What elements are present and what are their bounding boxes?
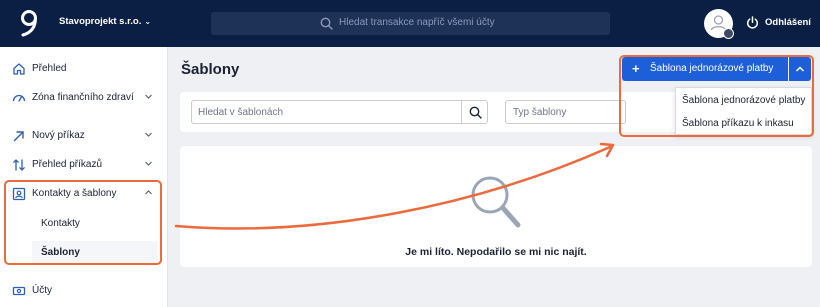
magnifier-icon [471, 176, 521, 228]
search-icon [469, 106, 482, 119]
search-icon [320, 17, 333, 30]
page-title: Šablony [181, 61, 240, 78]
template-search-button[interactable] [461, 100, 488, 124]
sidebar-item-label: Účty [32, 285, 52, 296]
highlight-box-sidebar [4, 180, 162, 265]
chevron-down-icon [145, 132, 152, 137]
template-search-input[interactable] [191, 100, 462, 124]
sidebar-item-ucty[interactable]: Účty [0, 281, 168, 301]
gauge-icon [12, 94, 26, 102]
sidebar-item-label: Nový příkaz [32, 130, 85, 141]
sidebar-item-prehled[interactable]: Přehled [0, 59, 168, 79]
sidebar-item-label: Přehled [32, 63, 67, 74]
sidebar-item-novy-prikaz[interactable]: Nový příkaz [0, 126, 168, 146]
template-type-placeholder: Typ šablony [513, 107, 567, 118]
sidebar: Přehled Zóna finančního zdraví Nový přík… [0, 47, 168, 307]
arrow-up-right-icon [13, 131, 24, 142]
home-icon [13, 63, 25, 75]
sidebar-item-prehled-prikazu[interactable]: Přehled příkazů [0, 155, 168, 175]
sidebar-item-label: Přehled příkazů [32, 159, 103, 170]
logo-icon[interactable] [18, 8, 40, 38]
empty-state-message: Je mi líto. Nepodařilo se mi nic najít. [405, 246, 587, 258]
company-name: Stavoprojekt s.r.o. [59, 16, 142, 27]
company-switcher[interactable]: Stavoprojekt s.r.o. ⌄ [59, 16, 151, 27]
template-type-select[interactable]: Typ šablony [505, 100, 626, 124]
sidebar-item-label: Zóna finančního zdraví [32, 92, 134, 103]
settings-badge-icon[interactable] [723, 28, 734, 39]
chevron-down-icon: ⌄ [144, 17, 152, 26]
logout-link[interactable]: Odhlášení [765, 17, 811, 28]
chevron-down-icon [145, 161, 152, 166]
highlight-box-template-menu [619, 55, 814, 137]
sidebar-item-zona[interactable]: Zóna finančního zdraví [0, 88, 168, 108]
global-search-input[interactable]: Hledat transakce napříč všemi účty [211, 12, 610, 35]
global-search-placeholder: Hledat transakce napříč všemi účty [339, 17, 495, 28]
top-bar: Stavoprojekt s.r.o. ⌄ Hledat transakce na… [0, 0, 820, 47]
power-icon[interactable] [746, 16, 759, 29]
transfer-arrows-icon [13, 159, 25, 171]
chevron-down-icon [145, 94, 152, 99]
money-icon [12, 286, 26, 296]
